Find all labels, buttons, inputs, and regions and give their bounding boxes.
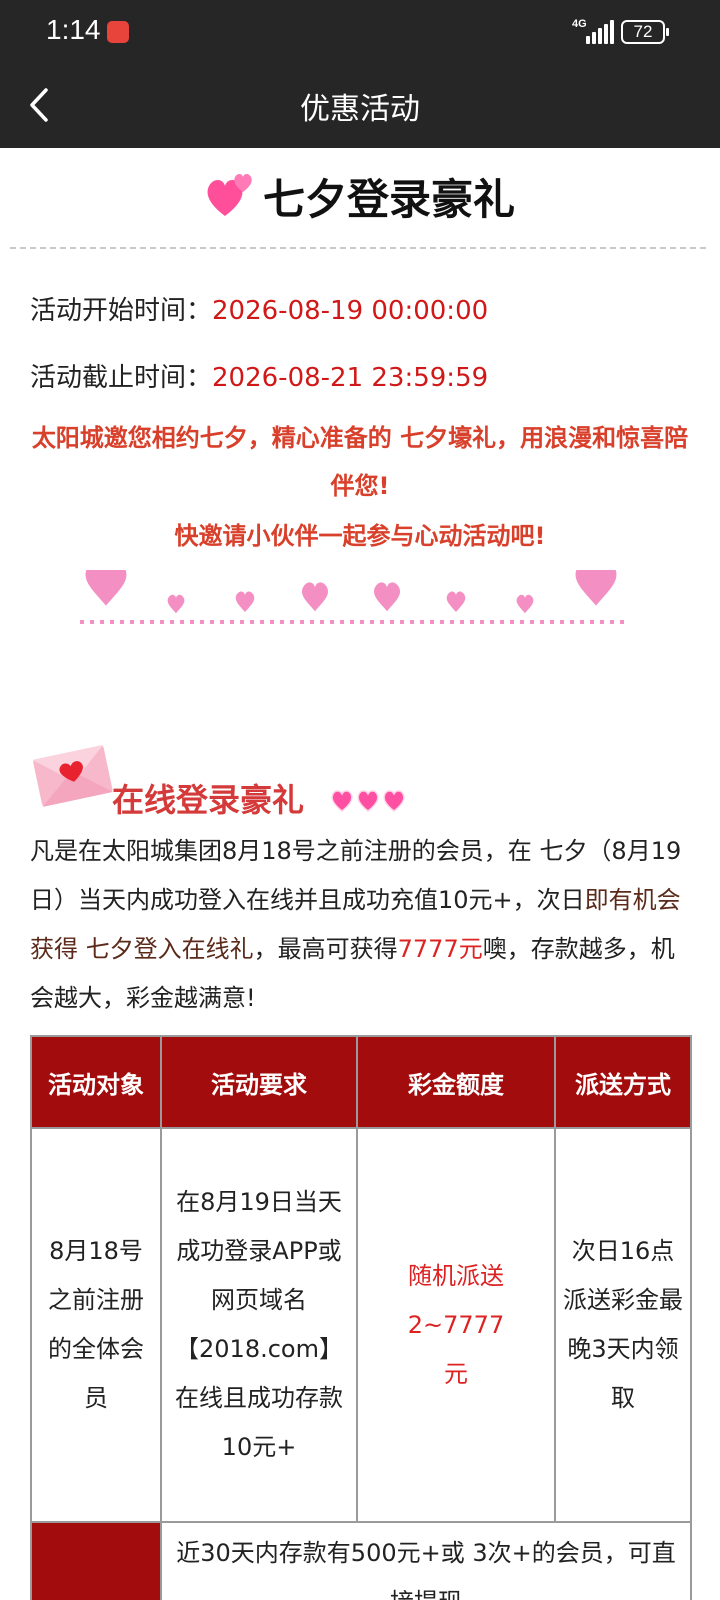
start-time-label: 活动开始时间： <box>30 296 213 326</box>
cell-requirement: 在8月19日当天成功登录APP或网页域名【2018.com】在线且成功存款10元… <box>160 1127 358 1523</box>
cell-note: 近30天内存款有500元+或 3次+的会员，可直接提现 <box>160 1521 692 1600</box>
intro-text: 太阳城邀您相约七夕，精心准备的 七夕壕礼，用浪漫和惊喜陪伴您! <box>31 424 689 500</box>
end-time-label: 活动截止时间： <box>30 363 213 393</box>
event-title: 七夕登录豪礼 <box>0 166 720 230</box>
desc-text-1: 凡是在太阳城集团8月18号之前注册的会员，在 七夕（8月19日）当天内成功登入在… <box>30 837 682 914</box>
table-row: 8月18号之前注册的全体会员 在8月19日当天成功登录APP或网页域名【2018… <box>30 1127 692 1523</box>
network-type: 4G <box>572 18 587 30</box>
end-time-row: 活动截止时间：2026-08-21 23:59:59 <box>30 357 488 394</box>
desc-highlight-amount: 7777元 <box>397 935 483 963</box>
app-notification-icon <box>107 21 129 43</box>
table-header: 派送方式 <box>554 1035 692 1129</box>
app-header: 优惠活动 <box>0 62 720 148</box>
start-time-value: 2026-08-19 00:00:00 <box>212 296 489 326</box>
love-envelope-icon <box>32 744 114 807</box>
two-hearts-icon <box>205 170 257 230</box>
page-title: 优惠活动 <box>300 92 420 127</box>
table-header: 彩金额度 <box>356 1035 556 1129</box>
divider <box>10 247 706 249</box>
table-header: 活动对象 <box>30 1035 162 1129</box>
cell-delivery: 次日16点派送彩金最晚3天内领取 <box>554 1127 692 1523</box>
signal-icon <box>586 20 614 44</box>
table-header: 活动要求 <box>160 1035 358 1129</box>
table-row: 近30天内存款有500元+或 3次+的会员，可直接提现 <box>30 1521 692 1600</box>
battery-icon: 72 <box>621 20 669 44</box>
section-description: 凡是在太阳城集团8月18号之前注册的会员，在 七夕（8月19日）当天内成功登入在… <box>30 827 692 1023</box>
section-title: 在线登录豪礼 <box>112 781 305 819</box>
heart-divider-decoration <box>80 570 625 624</box>
event-title-text: 七夕登录豪礼 <box>262 175 515 224</box>
cell-target: 8月18号之前注册的全体会员 <box>30 1127 162 1523</box>
intro-invite-text: 快邀请小伙伴一起参与心动活动吧! <box>174 522 546 550</box>
status-bar: 1:14 4G 72 <box>0 0 720 62</box>
table-header-row: 活动对象 活动要求 彩金额度 派送方式 <box>30 1035 692 1129</box>
start-time-row: 活动开始时间：2026-08-19 00:00:00 <box>30 290 488 327</box>
section-header: 在线登录豪礼 <box>30 730 690 820</box>
cell-row-header <box>30 1521 162 1600</box>
pink-hearts-icon <box>331 790 405 812</box>
cell-amount: 随机派送2~7777元 <box>356 1127 556 1523</box>
end-time-value: 2026-08-21 23:59:59 <box>212 363 489 393</box>
desc-text-2: ，最高可获得 <box>253 935 398 963</box>
status-time: 1:14 <box>46 14 101 45</box>
rewards-table: 活动对象 活动要求 彩金额度 派送方式 8月18号之前注册的全体会员 在8月19… <box>30 1035 692 1600</box>
